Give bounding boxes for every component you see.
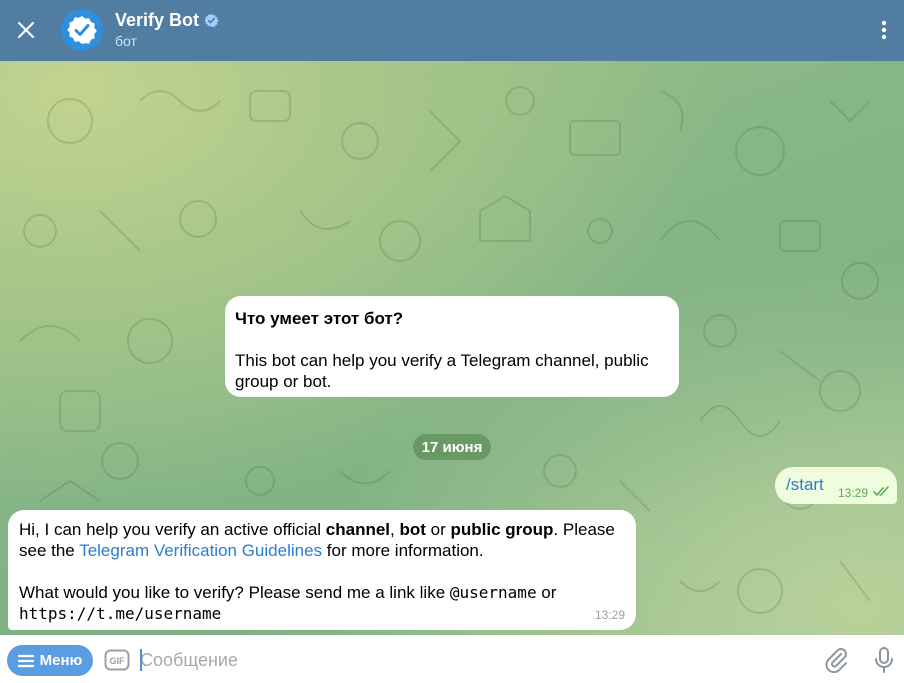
chat-subtitle: бот <box>115 33 137 49</box>
message-time: 13:29 <box>838 486 869 500</box>
code-username[interactable]: @username <box>450 583 537 602</box>
incoming-message[interactable]: Hi, I can help you verify an active offi… <box>8 510 636 630</box>
paperclip-icon <box>825 648 848 674</box>
verified-badge-icon <box>67 16 97 44</box>
bold-public-group: public group <box>450 520 554 539</box>
read-checkmarks-icon <box>873 486 889 496</box>
menu-label: Меню <box>39 652 83 669</box>
verified-icon <box>204 13 219 28</box>
date-separator: 17 июня <box>413 434 491 460</box>
gif-icon: GIF <box>104 649 130 671</box>
text-span: for more information. <box>322 541 484 560</box>
bot-info-description: This bot can help you verify a Telegram … <box>235 351 649 391</box>
attach-button[interactable] <box>824 647 850 674</box>
close-button[interactable] <box>10 14 42 46</box>
message-paragraph <box>19 561 625 582</box>
message-paragraph: What would you like to verify? Please se… <box>19 582 625 624</box>
text-span: or <box>536 583 557 602</box>
chat-area[interactable]: Что умеет этот бот? This bot can help yo… <box>0 61 904 635</box>
menu-icon <box>17 654 34 667</box>
message-time: 13:29 <box>594 608 625 622</box>
chat-title[interactable]: Verify Bot <box>115 10 219 31</box>
microphone-icon <box>875 647 893 673</box>
bot-menu-button[interactable]: Меню <box>7 645 93 676</box>
guidelines-link[interactable]: Telegram Verification Guidelines <box>79 541 322 560</box>
bold-bot: bot <box>399 520 426 539</box>
gif-button[interactable]: GIF <box>104 649 130 671</box>
composer-bar: Меню GIF <box>0 635 904 683</box>
text-span: or <box>425 520 451 539</box>
text-span: What would you like to verify? Please se… <box>19 583 450 602</box>
message-input[interactable] <box>140 647 800 673</box>
chat-header: Verify Bot бот <box>0 0 904 61</box>
code-link[interactable]: https://t.me/username <box>19 604 221 623</box>
avatar[interactable] <box>61 9 103 51</box>
text-cursor <box>140 649 142 671</box>
message-text[interactable]: /start <box>786 475 824 495</box>
bot-info-title: Что умеет этот бот? <box>235 309 404 328</box>
chat-title-text: Verify Bot <box>115 10 200 30</box>
voice-message-button[interactable] <box>872 646 896 674</box>
more-vertical-icon <box>881 20 887 40</box>
gif-text: GIF <box>110 656 126 666</box>
close-icon <box>17 21 35 39</box>
more-options-button[interactable] <box>872 14 896 46</box>
message-paragraph: Hi, I can help you verify an active offi… <box>19 519 625 561</box>
outgoing-message[interactable]: /start 13:29 <box>775 467 897 504</box>
bold-channel: channel <box>325 520 391 539</box>
bot-info-card: Что умеет этот бот? This bot can help yo… <box>225 296 679 397</box>
text-span: Hi, I can help you verify an active offi… <box>19 520 326 539</box>
